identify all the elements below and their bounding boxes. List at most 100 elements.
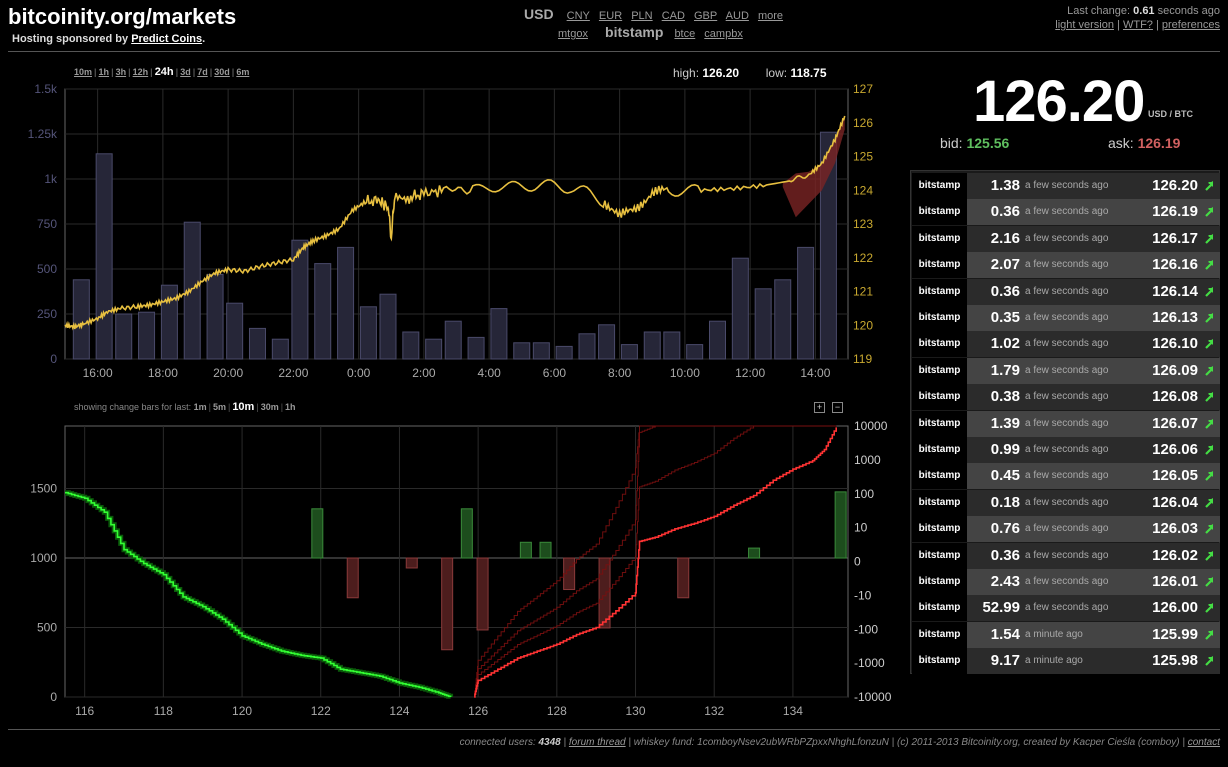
contact-link[interactable]: contact (1188, 737, 1220, 748)
trade-time: a few seconds ago (1025, 391, 1109, 403)
trade-row: bitstamp 0.45 a few seconds ago 126.05 (912, 463, 1220, 490)
volume-bar (248, 327, 266, 360)
sponsor-suffix: . (202, 33, 206, 45)
change-bars-30m[interactable]: 30m (261, 402, 279, 412)
currency-link-aud[interactable]: AUD (726, 10, 749, 22)
exchange-link-btce[interactable]: btce (674, 28, 695, 40)
volume-bar (337, 246, 355, 360)
footer: connected users: 4348 | forum thread | w… (459, 737, 1220, 748)
trade-amount: 1.38 (990, 177, 1020, 194)
up-arrow-icon (1205, 286, 1213, 297)
trade-amount: 1.02 (990, 335, 1020, 353)
y-right-tick-label: 1000 (854, 453, 881, 467)
trade-row: bitstamp 1.79 a few seconds ago 126.09 (912, 357, 1220, 384)
volume-bar (72, 279, 90, 360)
exchange-link-mtgox[interactable]: mtgox (558, 28, 588, 40)
trade-exchange: bitstamp (912, 569, 967, 595)
exchange-link-campbx[interactable]: campbx (704, 28, 743, 40)
x-tick-label: 128 (547, 704, 567, 718)
volume-bar (532, 342, 550, 360)
volume-bar (797, 246, 815, 360)
trade-amount: 2.07 (990, 256, 1020, 274)
trade-exchange: bitstamp (912, 463, 967, 490)
trade-row: bitstamp 0.35 a few seconds ago 126.13 (912, 305, 1220, 331)
volume-bar (379, 293, 397, 360)
currency-link-cny[interactable]: CNY (567, 10, 590, 22)
change-bars-5m[interactable]: 5m (213, 402, 226, 412)
trade-row: bitstamp 0.76 a few seconds ago 126.03 (912, 516, 1220, 543)
up-arrow-icon (1205, 365, 1213, 376)
trade-row: bitstamp 1.38 a few seconds ago 126.20 (912, 173, 1220, 199)
low-label: low: (765, 66, 788, 80)
trade-exchange: bitstamp (912, 621, 967, 648)
period-1h[interactable]: 1h (99, 67, 110, 77)
volume-bar (444, 320, 462, 360)
trade-time: a few seconds ago (1025, 312, 1109, 323)
zoom-in-button[interactable]: + (814, 402, 825, 413)
trade-amount: 0.36 (990, 203, 1020, 221)
trade-exchange: bitstamp (912, 595, 967, 622)
volume-bar (359, 306, 377, 360)
trade-amount: 2.16 (990, 229, 1020, 247)
trade-exchange: bitstamp (912, 437, 967, 463)
y-right-tick-label: 124 (853, 183, 873, 197)
period-7d[interactable]: 7d (197, 67, 208, 77)
period-12h[interactable]: 12h (133, 67, 149, 77)
trade-amount: 0.45 (990, 467, 1020, 485)
top-links: light version | WTF? | preferences (1055, 19, 1220, 31)
currency-link-gbp[interactable]: GBP (694, 10, 717, 22)
forum-thread-link[interactable]: forum thread (569, 737, 626, 748)
volume-bar (467, 336, 485, 360)
y-left-tick-label: 1.5k (34, 82, 58, 96)
light-version-link[interactable]: light version (1055, 19, 1114, 31)
trade-amount: 9.17 (990, 652, 1020, 670)
y-right-tick-label: 10000 (854, 419, 888, 433)
x-tick-label: 0:00 (347, 366, 371, 380)
x-tick-label: 12:00 (735, 366, 765, 380)
trade-time: a few seconds ago (1025, 364, 1109, 376)
up-arrow-icon (1205, 550, 1213, 561)
volume-bar (731, 257, 749, 360)
trade-price: 126.17 (1152, 229, 1198, 247)
zoom-out-button[interactable]: − (832, 402, 843, 413)
period-3h[interactable]: 3h (116, 67, 127, 77)
x-tick-label: 126 (468, 704, 488, 718)
trade-time: a few seconds ago (1025, 285, 1109, 297)
volume-bar (643, 331, 661, 360)
trade-amount: 0.36 (990, 282, 1020, 300)
y-left-tick-label: 1k (44, 172, 58, 186)
wtf-link[interactable]: WTF? (1123, 19, 1153, 31)
trade-row: bitstamp 2.07 a few seconds ago 126.16 (912, 252, 1220, 279)
trade-row: bitstamp 2.16 a few seconds ago 126.17 (912, 225, 1220, 252)
trades-list: bitstamp 1.38 a few seconds ago 126.20 bitst… (910, 170, 1220, 675)
trade-price: 126.14 (1152, 282, 1198, 300)
last-change-suffix: seconds ago (1154, 5, 1220, 17)
period-24h[interactable]: 24h (155, 66, 174, 78)
change-bars-1m[interactable]: 1m (194, 402, 207, 412)
period-10m[interactable]: 10m (74, 67, 92, 77)
trade-price: 126.00 (1152, 599, 1198, 617)
trade-price: 125.98 (1152, 652, 1198, 670)
period-30d[interactable]: 30d (214, 67, 230, 77)
volume-bar (226, 302, 244, 360)
sponsor-link[interactable]: Predict Coins (131, 33, 202, 45)
sponsor-prefix: Hosting sponsored by (12, 33, 132, 45)
preferences-link[interactable]: preferences (1162, 19, 1220, 31)
site-title[interactable]: bitcoinity.org/markets (8, 4, 236, 30)
change-bars-1h[interactable]: 1h (285, 402, 296, 412)
volume-bar (754, 288, 772, 360)
currency-link-more[interactable]: more (758, 10, 783, 22)
trade-exchange: bitstamp (912, 357, 967, 384)
y-right-tick-label: 126 (853, 116, 873, 130)
high-value: 126.20 (702, 66, 740, 80)
currency-link-pln[interactable]: PLN (631, 10, 652, 22)
header-divider (8, 51, 1220, 52)
y-right-tick-label: 0 (854, 555, 861, 569)
period-6m[interactable]: 6m (236, 67, 249, 77)
currency-link-cad[interactable]: CAD (662, 10, 685, 22)
period-3d[interactable]: 3d (180, 67, 191, 77)
currency-link-eur[interactable]: EUR (599, 10, 622, 22)
change-bars-10m[interactable]: 10m (232, 401, 254, 413)
x-tick-label: 120 (232, 704, 252, 718)
up-arrow-icon (1205, 497, 1213, 508)
